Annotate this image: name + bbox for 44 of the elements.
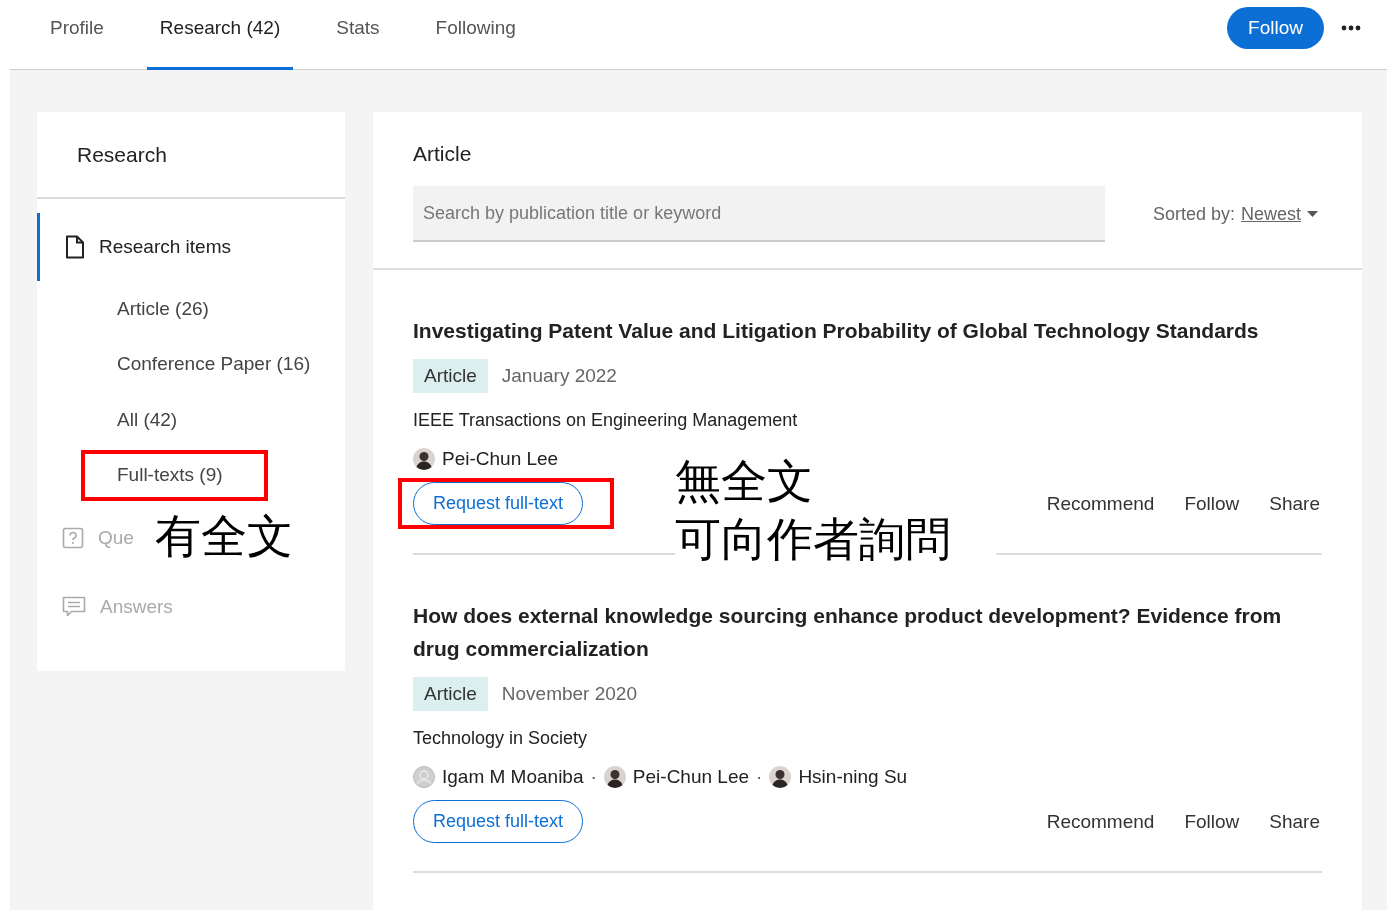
author-link[interactable]: Pei-Chun Lee: [632, 766, 750, 788]
follow-button[interactable]: Follow: [1227, 6, 1324, 49]
publication-date: November 2020: [501, 683, 637, 705]
annotation-text: 無全文: [675, 453, 814, 510]
article-title[interactable]: How does external knowledge sourcing enhance product development? Evidence from drug commercialization: [413, 599, 1322, 665]
sidebar-section[interactable]: Research items: [37, 213, 345, 281]
tab[interactable]: Profile: [37, 0, 117, 70]
author-link[interactable]: Pei-Chun Lee: [442, 448, 559, 470]
action-link[interactable]: Share: [1269, 810, 1320, 833]
action-link[interactable]: Share: [1269, 492, 1320, 515]
sidebar-item[interactable]: Conference Paper (16): [81, 353, 311, 376]
action-link[interactable]: Recommend: [1046, 492, 1155, 515]
action-link[interactable]: Follow: [1184, 810, 1240, 833]
publication-date: January 2022: [501, 365, 617, 387]
type-tag: Article: [413, 677, 488, 711]
more-icon[interactable]: [1341, 24, 1361, 31]
article-title[interactable]: Investigating Patent Value and Litigation Probability of Global Technology Standards: [413, 314, 1322, 347]
separator-dot: ·: [590, 766, 597, 788]
search-field[interactable]: Search by publication title or keyword: [413, 186, 1105, 242]
sidebar-item[interactable]: Article (26): [81, 297, 209, 320]
caret-icon: [1307, 211, 1318, 217]
journal-name: Technology in Society: [413, 728, 589, 749]
sort-dropdown[interactable]: Newest: [1240, 203, 1301, 225]
document-icon: [65, 235, 85, 259]
author-link[interactable]: Hsin-ning Su: [798, 766, 908, 788]
request-full-text-button[interactable]: Request full-text: [413, 800, 584, 843]
sort-label: Sorted by:: [1152, 203, 1235, 225]
tab[interactable]: Stats: [323, 0, 393, 70]
question-icon: [62, 526, 84, 549]
sidebar-item[interactable]: All (42): [81, 408, 178, 431]
sidebar-title: Research: [77, 142, 167, 167]
type-tag: Article: [413, 359, 488, 393]
action-link[interactable]: Recommend: [1046, 810, 1155, 833]
sidebar-item[interactable]: Full-texts (9): [85, 464, 223, 487]
section-title: Article: [413, 142, 473, 166]
author-link[interactable]: Igam M Moaniba: [442, 766, 584, 788]
annotation-text: 有全文: [155, 508, 293, 565]
annotation-text: 可向作者詢問: [675, 511, 951, 568]
separator-dot: ·: [756, 766, 763, 788]
comment-icon: [62, 595, 86, 618]
request-full-text-button[interactable]: Request full-text: [413, 482, 584, 525]
tab[interactable]: Following: [422, 0, 529, 70]
action-link[interactable]: Follow: [1184, 492, 1240, 515]
journal-name: IEEE Transactions on Engineering Management: [413, 410, 799, 431]
